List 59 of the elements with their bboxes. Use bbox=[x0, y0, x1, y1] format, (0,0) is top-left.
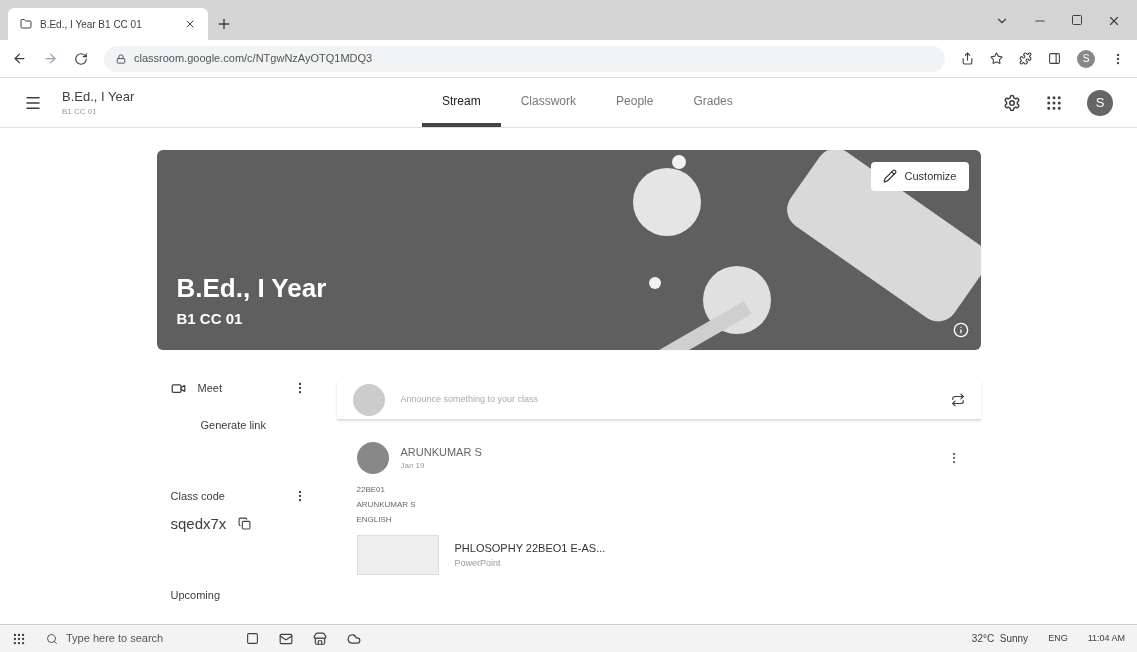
close-window-icon[interactable] bbox=[1107, 14, 1121, 28]
class-code-label: Class code bbox=[170, 489, 226, 504]
browser-tab[interactable]: B.Ed., I Year B1 CC 01 bbox=[8, 8, 208, 40]
search-icon bbox=[46, 632, 58, 645]
banner-subtitle: B1 CC 01 bbox=[176, 308, 244, 329]
class-name: B.Ed., I Year bbox=[62, 87, 136, 106]
user-avatar[interactable]: S bbox=[1087, 89, 1113, 116]
new-tab-icon[interactable] bbox=[216, 16, 232, 32]
bookmark-icon[interactable] bbox=[990, 52, 1003, 65]
nav-tab[interactable]: Classwork bbox=[500, 78, 597, 127]
attachment-title: PHLOSOPHY 22BEO1 E-AS... bbox=[454, 541, 606, 556]
author-avatar bbox=[356, 442, 389, 474]
tab-favicon-icon bbox=[20, 18, 32, 30]
banner-title: B.Ed., I Year bbox=[176, 271, 328, 305]
settings-icon[interactable] bbox=[1003, 93, 1021, 112]
share-icon[interactable] bbox=[961, 52, 974, 65]
meet-label: Meet bbox=[197, 381, 223, 396]
tab-title: B.Ed., I Year B1 CC 01 bbox=[40, 17, 143, 32]
clock-time[interactable]: 11:04 AM bbox=[1087, 631, 1125, 646]
address-bar[interactable]: classroom.google.com/c/NTgwNzAyOTQ1MDQ3 bbox=[104, 45, 945, 72]
language-indicator[interactable]: ENG bbox=[1048, 631, 1068, 646]
info-icon[interactable] bbox=[952, 322, 969, 338]
lock-icon bbox=[116, 53, 126, 64]
taskbar-search-field[interactable]: Type here to search bbox=[46, 630, 226, 647]
author-name: ARUNKUMAR S bbox=[400, 444, 483, 460]
url-text: classroom.google.com/c/NTgwNzAyOTQ1MDQ3 bbox=[134, 51, 373, 67]
nav-tab[interactable]: Grades bbox=[673, 78, 753, 127]
app-icon[interactable] bbox=[347, 631, 361, 646]
post-text-line: ENGLISH bbox=[356, 514, 393, 526]
forward-icon[interactable] bbox=[43, 51, 58, 66]
class-code: sqedx7x bbox=[170, 513, 227, 534]
attachment-card[interactable]: PHLOSOPHY 22BEO1 E-AS... PowerPoint bbox=[356, 535, 961, 575]
profile-avatar[interactable]: S bbox=[1077, 49, 1095, 68]
pencil-icon bbox=[882, 169, 897, 184]
back-icon[interactable] bbox=[12, 51, 27, 66]
post-date: Jan 19 bbox=[400, 460, 426, 473]
side-panel-icon[interactable] bbox=[1048, 52, 1061, 65]
reload-icon[interactable] bbox=[74, 51, 88, 66]
nav-tab[interactable]: Stream bbox=[422, 78, 501, 127]
extensions-icon[interactable] bbox=[1019, 52, 1032, 65]
generate-link[interactable]: Generate link bbox=[200, 416, 307, 433]
start-icon[interactable] bbox=[12, 631, 26, 646]
class-section: B1 CC 01 bbox=[62, 106, 362, 119]
mail-icon[interactable] bbox=[279, 631, 293, 646]
maximize-icon[interactable] bbox=[1071, 14, 1083, 26]
store-icon[interactable] bbox=[313, 631, 327, 646]
customize-button[interactable]: Customize bbox=[870, 162, 969, 191]
announce-placeholder: Announce something to your class bbox=[400, 392, 540, 406]
apps-grid-icon[interactable] bbox=[1045, 93, 1063, 112]
nav-tab[interactable]: People bbox=[596, 78, 674, 127]
upcoming-label: Upcoming bbox=[170, 588, 222, 603]
weather-text: 32°C Sunny bbox=[971, 632, 1029, 646]
post-text-line: ARUNKUMAR S bbox=[356, 499, 417, 511]
repost-icon[interactable] bbox=[950, 392, 965, 407]
post-text-line: 22BE01 bbox=[356, 484, 386, 496]
user-avatar bbox=[352, 383, 385, 416]
task-view-icon[interactable] bbox=[246, 632, 259, 645]
attachment-type: PowerPoint bbox=[454, 556, 502, 570]
close-icon[interactable] bbox=[184, 18, 196, 30]
